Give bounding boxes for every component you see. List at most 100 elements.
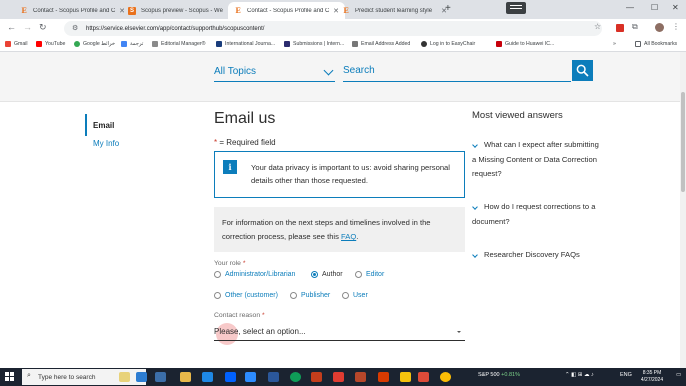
role-label-text: Your role: [214, 260, 241, 267]
role-radio-author[interactable]: Author: [311, 271, 343, 278]
profile-avatar[interactable]: [655, 23, 664, 32]
back-icon[interactable]: ←: [7, 22, 16, 32]
all-bookmarks[interactable]: All Bookmarks: [635, 41, 677, 47]
minimize-icon[interactable]: —: [626, 3, 634, 12]
zoom-icon[interactable]: [245, 372, 256, 382]
edge-icon[interactable]: [290, 372, 301, 382]
radio-label: User: [353, 292, 368, 299]
most-viewed-item[interactable]: How do I request corrections to a docume…: [472, 200, 604, 229]
role-radio-editor[interactable]: Editor: [355, 271, 384, 278]
contact-reason-label: Contact reason *: [214, 312, 265, 319]
powerpoint-icon[interactable]: [311, 372, 322, 382]
radio-circle[interactable]: [214, 292, 221, 299]
bookmark-huawei-guide[interactable]: Guide to Huawei IC...: [496, 41, 554, 47]
pen-tool-icon[interactable]: [119, 372, 130, 382]
radio-label: Author: [322, 271, 343, 278]
note-end: .: [356, 232, 359, 241]
role-radio-other-customer[interactable]: Other (customer): [214, 292, 278, 299]
bookmark-maps[interactable]: Google خرائط: [74, 41, 115, 47]
radio-circle[interactable]: [311, 271, 318, 278]
browser-tab[interactable]: E Contact - Scopus Profile and C ✕: [14, 2, 131, 19]
translate-icon: [121, 41, 127, 47]
maximize-icon[interactable]: ☐: [651, 3, 658, 12]
browser-tab[interactable]: E Predict student learning style ✕: [336, 2, 453, 19]
sidenav-item-my-info[interactable]: My Info: [85, 139, 145, 148]
clock-date: 4/27/2024: [640, 377, 664, 383]
address-bar[interactable]: ⚙ https://service.elsevier.com/app/conta…: [64, 21, 602, 36]
youtube-icon: [36, 41, 42, 47]
bookmarks-overflow-icon[interactable]: »: [613, 41, 616, 47]
app-icon[interactable]: [418, 372, 429, 382]
role-radio-user[interactable]: User: [342, 292, 368, 299]
task-view-icon[interactable]: [155, 372, 166, 382]
extensions-icon[interactable]: ⧉: [632, 22, 638, 32]
scrollbar-thumb[interactable]: [681, 92, 685, 192]
office-icon[interactable]: [378, 372, 389, 382]
bookmark-star-icon[interactable]: ☆: [594, 22, 601, 31]
bookmark-youtube[interactable]: YouTube: [36, 41, 65, 47]
most-viewed-item[interactable]: What can I expect after submitting a Mis…: [472, 138, 604, 182]
role-radio-publisher[interactable]: Publisher: [290, 292, 330, 299]
app-icon[interactable]: [136, 372, 147, 382]
search-button[interactable]: [572, 60, 593, 81]
sidenav-item-email[interactable]: Email: [85, 114, 145, 136]
scopus-favicon-icon: S: [128, 6, 136, 15]
language-indicator[interactable]: ENG: [620, 372, 632, 378]
adobe-icon[interactable]: [355, 372, 366, 382]
file-explorer-icon[interactable]: [180, 372, 191, 382]
new-tab-icon[interactable]: +: [445, 3, 451, 14]
bookmark-email-added[interactable]: Email Address Added: [352, 41, 410, 47]
search-input[interactable]: [343, 60, 571, 82]
chevron-down-icon: [323, 65, 334, 76]
acrobat-icon[interactable]: [333, 372, 344, 382]
stock-ticker[interactable]: S&P 500 +0.81%: [478, 372, 520, 378]
browser-menu-icon[interactable]: ⋮: [672, 22, 680, 31]
radio-label: Publisher: [301, 292, 331, 299]
forward-icon[interactable]: →: [23, 22, 32, 32]
bookmark-label: Submissions | Intern...: [293, 41, 345, 47]
bookmark-easychair[interactable]: Log in to EasyChair: [421, 41, 475, 47]
tab-title: Predict student learning style: [355, 7, 433, 14]
windows-start-icon[interactable]: [5, 372, 15, 382]
site-info-icon[interactable]: ⚙: [72, 24, 78, 32]
app-icon[interactable]: [202, 372, 213, 382]
system-clock[interactable]: 8:35 PM 4/27/2024: [635, 370, 669, 384]
submissions-icon: [284, 41, 290, 47]
editorial-manager-icon: [152, 41, 158, 47]
tab-title: Scopus preview - Scopus - We: [141, 7, 223, 14]
folder-icon: [635, 41, 641, 47]
role-radio-administrator[interactable]: Administrator/Librarian: [214, 271, 295, 278]
url-text: https://service.elsevier.com/app/contact…: [86, 25, 265, 32]
windows-taskbar: ⌕ Type here to search S&P 500 +0.81% ⌃ ◧…: [0, 368, 686, 386]
most-viewed-item[interactable]: Researcher Discovery FAQs: [472, 248, 604, 263]
search-icon: [576, 64, 589, 77]
browser-tab[interactable]: S Scopus preview - Scopus - We ✕: [122, 2, 239, 19]
email-icon: [352, 41, 358, 47]
close-window-icon[interactable]: ✕: [672, 3, 679, 12]
contact-reason-select[interactable]: Please, select an option...: [214, 323, 465, 341]
bookmark-submissions[interactable]: Submissions | Intern...: [284, 41, 344, 47]
bookmark-international-journal[interactable]: International Journa...: [216, 41, 275, 47]
topics-dropdown[interactable]: All Topics: [214, 62, 335, 82]
notification-icon[interactable]: ▭: [676, 372, 681, 378]
radio-circle[interactable]: [355, 271, 362, 278]
bookmark-translate[interactable]: ترجمة: [121, 41, 143, 47]
clock-time: 8:35 PM: [642, 370, 662, 376]
dropbox-icon[interactable]: [225, 372, 236, 382]
radio-circle[interactable]: [290, 292, 297, 299]
app-icon[interactable]: [400, 372, 411, 382]
correction-note: For information on the next steps and ti…: [214, 207, 465, 252]
faq-link[interactable]: FAQ: [341, 232, 356, 241]
chrome-icon[interactable]: [440, 372, 451, 382]
bookmark-editorial-manager[interactable]: Editorial Manager®: [152, 41, 205, 47]
browser-tab-active[interactable]: E Contact - Scopus Profile and C ✕: [228, 2, 345, 19]
pdf-extension-icon[interactable]: [616, 24, 624, 32]
tray-icons[interactable]: ⌃ ◧ ⊞ ☁ ♪: [565, 372, 594, 378]
radio-circle[interactable]: [342, 292, 349, 299]
bookmark-label: Guide to Huawei IC...: [505, 41, 555, 47]
word-icon[interactable]: [268, 372, 279, 382]
radio-circle[interactable]: [214, 271, 221, 278]
media-control-icon[interactable]: [506, 2, 526, 14]
reload-icon[interactable]: ↻: [39, 22, 47, 33]
bookmark-gmail[interactable]: Gmail: [5, 41, 28, 47]
